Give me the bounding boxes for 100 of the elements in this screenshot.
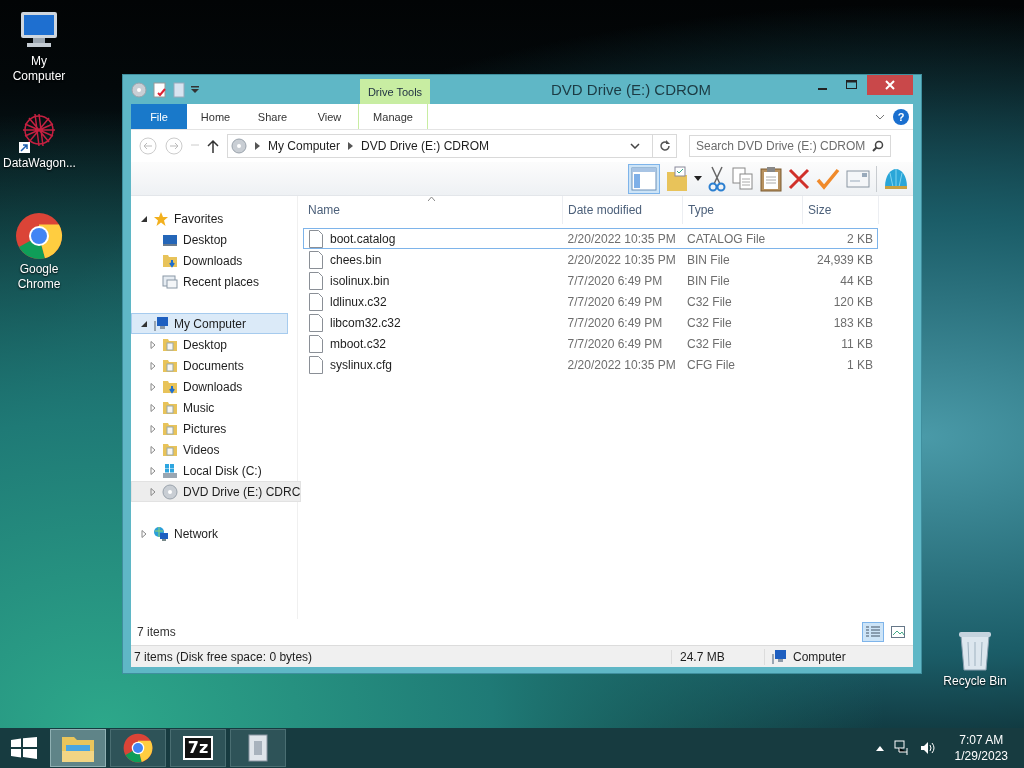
taskbar-app-button[interactable] <box>110 729 166 767</box>
desktop-icon-label[interactable]: DataWagon... <box>3 156 75 171</box>
nav-item[interactable]: Local Disk (C:) <box>131 460 288 481</box>
expander-icon[interactable] <box>140 214 148 223</box>
file-name: libcom32.c32 <box>330 315 401 330</box>
caret-icon[interactable] <box>694 176 702 181</box>
desktop-icon-label[interactable]: Google Chrome <box>3 262 75 292</box>
file-row[interactable]: chees.bin 2/20/2022 10:35 PM BIN File 24,939 KB <box>303 249 878 270</box>
type-cell-text: BIN File <box>686 273 731 288</box>
delete-icon[interactable] <box>788 167 810 190</box>
column-header[interactable]: Date modified <box>563 196 683 224</box>
list-icon <box>866 626 880 638</box>
file-name: syslinux.cfg <box>330 357 393 372</box>
disc-icon[interactable] <box>131 81 147 98</box>
nav-item[interactable]: Videos <box>131 439 288 460</box>
breadcrumb[interactable]: DVD Drive (E:) CDROM <box>361 139 490 153</box>
date-cell-text: 2/20/2022 10:35 PM <box>566 252 677 267</box>
search-icon <box>872 140 884 152</box>
desktop-icon-label[interactable]: My Computer <box>3 54 75 84</box>
size-cell-text: 24,939 KB <box>815 252 874 267</box>
date-cell-text: 2/20/2022 10:35 PM <box>566 231 677 246</box>
file-row[interactable]: libcom32.c32 7/7/2020 6:49 PM C32 File 183 KB <box>303 312 878 333</box>
minimize-icon <box>817 88 827 90</box>
taskbar-app-button[interactable] <box>230 729 286 767</box>
expander-icon[interactable] <box>140 319 148 328</box>
file-name: chees.bin <box>330 252 382 267</box>
desktop-icon-label[interactable]: Recycle Bin <box>939 674 1011 689</box>
nav-item[interactable]: Music <box>131 397 288 418</box>
file-name: boot.catalog <box>330 231 396 246</box>
clock-time[interactable]: 7:07 AM <box>959 732 1004 748</box>
clock-date[interactable]: 1/29/2023 <box>954 748 1008 764</box>
size-cell-text: 120 KB <box>832 294 874 309</box>
dropdown-icon[interactable] <box>191 85 199 94</box>
ribbon-tab[interactable]: Home <box>187 104 244 129</box>
nav-item[interactable]: Network <box>131 523 288 544</box>
file-name: ldlinux.c32 <box>330 294 387 309</box>
breadcrumb[interactable]: My Computer <box>268 139 341 153</box>
file-icon <box>308 313 324 332</box>
file-row[interactable]: isolinux.bin 7/7/2020 6:49 PM BIN File 44 KB <box>303 270 878 291</box>
date-cell-text: 7/7/2020 6:49 PM <box>566 294 664 309</box>
folder-icon <box>162 420 178 437</box>
item-count: 7 items <box>137 625 176 639</box>
nav-item[interactable]: Downloads <box>131 250 288 271</box>
type-cell-text: C32 File <box>686 336 733 351</box>
download-folder-icon <box>162 378 178 395</box>
type-cell-text: C32 File <box>686 315 733 330</box>
picture-icon <box>891 626 905 638</box>
taskbar-app-button[interactable]: 7z <box>170 729 226 767</box>
network-icon <box>153 525 169 542</box>
file-row[interactable]: mboot.c32 7/7/2020 6:49 PM C32 File 11 KB <box>303 333 878 354</box>
file-icon <box>308 355 324 374</box>
date-cell-text: 7/7/2020 6:49 PM <box>566 273 664 288</box>
folder-icon <box>162 336 178 353</box>
breadcrumb-arrow-icon[interactable] <box>348 142 354 150</box>
file-row[interactable]: ldlinux.c32 7/7/2020 6:49 PM C32 File 120 KB <box>303 291 878 312</box>
file-row[interactable]: syslinux.cfg 2/20/2022 10:35 PM CFG File 1 KB <box>303 354 878 375</box>
computer-icon <box>771 648 787 665</box>
star-icon <box>153 210 169 227</box>
close-icon <box>885 80 895 90</box>
type-cell-text: CFG File <box>686 357 736 372</box>
search-field[interactable]: Search DVD Drive (E:) CDROM <box>689 135 891 157</box>
checkmark-icon[interactable] <box>816 167 840 190</box>
help-button[interactable]: ? <box>893 108 909 125</box>
ribbon-tab[interactable]: File <box>131 104 187 129</box>
file-icon <box>308 229 324 248</box>
file-icon <box>308 271 324 290</box>
address-bar[interactable]: My Computer DVD Drive (E:) CDROM <box>227 134 677 158</box>
shell-icon[interactable] <box>883 166 909 191</box>
ribbon-tab[interactable]: Share <box>244 104 301 129</box>
properties-icon[interactable] <box>153 81 167 98</box>
scissors-icon[interactable] <box>708 165 726 192</box>
file-icon <box>308 292 324 311</box>
nav-item[interactable]: DVD Drive (E:) CDRC <box>131 481 302 502</box>
nav-item[interactable]: Desktop <box>131 334 288 355</box>
clipboard-icon[interactable] <box>760 165 782 192</box>
size-cell-text: 2 KB <box>846 231 874 246</box>
nav-item[interactable]: Recent places <box>131 271 288 292</box>
chrome-icon[interactable] <box>15 212 63 260</box>
nav-item[interactable]: My Computer <box>131 313 288 334</box>
column-header[interactable]: Size <box>803 196 879 224</box>
file-name: isolinux.bin <box>330 273 390 288</box>
nav-item[interactable]: Pictures <box>131 418 288 439</box>
nav-item[interactable]: Desktop <box>131 229 288 250</box>
column-header[interactable]: Type <box>683 196 803 224</box>
close-button[interactable] <box>867 75 913 95</box>
file-row[interactable]: boot.catalog 2/20/2022 10:35 PM CATALOG File 2 KB <box>303 228 878 249</box>
nav-item[interactable]: Downloads <box>131 376 288 397</box>
date-cell-text: 2/20/2022 10:35 PM <box>566 357 677 372</box>
size-cell-text: 183 KB <box>832 315 874 330</box>
breadcrumb-arrow-icon[interactable] <box>255 142 260 150</box>
up-arrow-icon[interactable] <box>207 139 219 153</box>
nav-item[interactable]: Favorites <box>131 208 288 229</box>
column-header[interactable]: Name <box>303 196 563 224</box>
windows-logo-icon <box>11 737 37 759</box>
nav-item[interactable]: Documents <box>131 355 288 376</box>
disc-icon <box>162 483 178 500</box>
date-cell-text: 7/7/2020 6:49 PM <box>566 336 664 351</box>
ribbon-tab[interactable]: View <box>301 104 358 129</box>
folder-options-icon[interactable] <box>666 165 688 192</box>
folder-icon <box>162 441 178 458</box>
